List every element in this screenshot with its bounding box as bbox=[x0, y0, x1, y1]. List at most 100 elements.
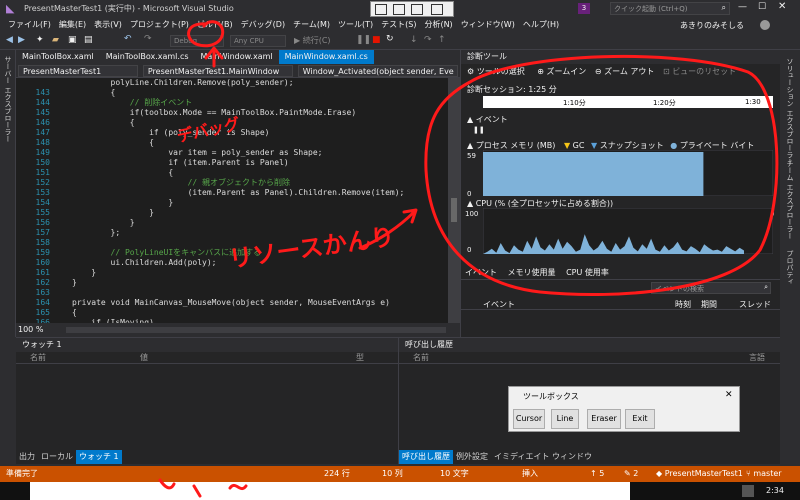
editor-tab[interactable]: MainToolBox.xaml.cs bbox=[100, 50, 195, 64]
undo-icon[interactable]: ↶ bbox=[124, 34, 132, 44]
taskbar-app-icon[interactable] bbox=[742, 485, 754, 497]
zoom-level[interactable]: 100 % bbox=[18, 325, 43, 334]
tab-call-stack[interactable]: 呼び出し履歴 bbox=[399, 450, 453, 464]
avatar[interactable] bbox=[760, 20, 770, 30]
eraser-button[interactable]: Eraser bbox=[587, 409, 621, 429]
event-search-input[interactable]: イベントの検索 ⌕ bbox=[651, 282, 771, 294]
save-all-icon[interactable]: ▤ bbox=[84, 35, 93, 45]
collapse-toolbar-icon[interactable] bbox=[431, 4, 443, 15]
menu-item[interactable]: プロジェクト(P) bbox=[126, 18, 193, 32]
editor-tab[interactable]: MainToolBox.xaml bbox=[16, 50, 100, 64]
platform-dropdown[interactable]: Any CPU bbox=[230, 35, 286, 47]
status-pushes[interactable]: ↑ 5 bbox=[590, 466, 604, 482]
restart-icon[interactable]: ↻ bbox=[386, 34, 394, 44]
status-col: 10 列 bbox=[382, 469, 403, 478]
status-project[interactable]: ◆ PresentMasterTest1 bbox=[656, 466, 743, 482]
menu-item[interactable]: 表示(V) bbox=[90, 18, 126, 32]
line-number: 150 bbox=[35, 158, 50, 167]
line-number: 160 bbox=[35, 258, 50, 267]
code-line: 143 { bbox=[16, 88, 448, 98]
horizontal-scrollbar[interactable] bbox=[66, 327, 446, 333]
code-line: polyLine.Children.Remove(poly_sender); bbox=[16, 78, 448, 88]
zoom-in-button[interactable]: ⊕ ズームイン bbox=[527, 67, 586, 76]
select-element-icon[interactable] bbox=[375, 4, 387, 15]
status-changes[interactable]: ✎ 2 bbox=[624, 466, 638, 482]
tool-select-button[interactable]: ⚙ ツールの選択 bbox=[461, 67, 525, 76]
step-into-icon[interactable]: ↓ bbox=[410, 35, 418, 45]
menu-item[interactable]: ウィンドウ(W) bbox=[457, 18, 519, 32]
cursor-button[interactable]: Cursor bbox=[513, 409, 545, 429]
team-explorer-tab[interactable]: チーム エクスプローラー bbox=[785, 160, 795, 239]
tab-memory[interactable]: メモリ使用量 bbox=[504, 268, 560, 277]
exit-button[interactable]: Exit bbox=[625, 409, 655, 429]
menu-item[interactable]: ビルド(B) bbox=[193, 18, 237, 32]
save-icon[interactable]: ▣ bbox=[68, 35, 77, 45]
stop-icon[interactable]: ■ bbox=[372, 35, 381, 45]
menu-item[interactable]: テスト(S) bbox=[377, 18, 420, 32]
cpu-min-label: 0 bbox=[467, 246, 472, 254]
member-dropdown[interactable]: Window_Activated(object sender, Eve bbox=[297, 65, 458, 77]
code-line: 155 } bbox=[16, 208, 448, 218]
tab-events[interactable]: イベント bbox=[461, 268, 501, 277]
server-explorer-tab[interactable]: サーバー エクスプローラー bbox=[3, 56, 13, 142]
display-adorners-icon[interactable] bbox=[393, 4, 405, 15]
track-focus-icon[interactable] bbox=[411, 4, 423, 15]
window-title: PresentMasterTest1 (実行中) - Microsoft Vis… bbox=[24, 4, 234, 13]
back-icon[interactable]: ◀ bbox=[6, 35, 13, 45]
menu-item[interactable]: ファイル(F) bbox=[4, 18, 55, 32]
menu-item[interactable]: 分析(N) bbox=[420, 18, 456, 32]
tab-cpu[interactable]: CPU 使用率 bbox=[562, 268, 613, 277]
notification-badge[interactable]: 3 bbox=[578, 3, 590, 14]
step-over-icon[interactable]: ↷ bbox=[424, 35, 432, 45]
line-number: 146 bbox=[35, 118, 50, 127]
quick-launch-input[interactable]: クイック起動 (Ctrl+Q) ⌕ bbox=[610, 2, 730, 15]
open-icon[interactable]: ▰ bbox=[52, 35, 59, 45]
reset-view-button[interactable]: ⊡ ビューのリセット bbox=[657, 67, 736, 76]
code-line: 165 { bbox=[16, 308, 448, 318]
status-branch[interactable]: ⑂ master bbox=[746, 466, 782, 482]
diag-toolbar: ⚙ ツールの選択 ⊕ ズームイン ⊖ ズーム アウト ⊡ ビューのリセット bbox=[461, 64, 781, 80]
break-all-icon[interactable]: ❚❚ bbox=[356, 35, 371, 45]
editor-tab[interactable]: MainWindow.xaml.cs bbox=[278, 50, 374, 64]
tab-output[interactable]: 出力 bbox=[16, 450, 38, 464]
menu-item[interactable]: チーム(M) bbox=[289, 18, 334, 32]
menu-item[interactable]: ヘルプ(H) bbox=[519, 18, 563, 32]
tab-immediate[interactable]: イミディエイト ウィンドウ bbox=[491, 450, 595, 464]
menu-item[interactable]: 編集(E) bbox=[55, 18, 90, 32]
callstack-title: 呼び出し履歴 bbox=[399, 338, 780, 352]
status-line: 224 行 bbox=[324, 469, 350, 478]
debug-floating-toolbar bbox=[370, 1, 454, 17]
code-text: { bbox=[72, 168, 174, 177]
search-icon: ⌕ bbox=[721, 3, 726, 12]
series-area bbox=[483, 152, 704, 196]
continue-button[interactable]: ▶ 続行(C) bbox=[294, 35, 331, 46]
redo-icon[interactable]: ↷ bbox=[144, 34, 152, 44]
properties-tab[interactable]: プロパティ bbox=[785, 250, 795, 285]
step-out-icon[interactable]: ↑ bbox=[438, 35, 446, 45]
forward-icon[interactable]: ▶ bbox=[18, 35, 25, 45]
toolbox-close-button[interactable]: ✕ bbox=[725, 390, 733, 400]
right-tool-rail: ソリューション エクスプローラー チーム エクスプローラー プロパティ bbox=[780, 50, 800, 470]
tab-watch[interactable]: ウォッチ 1 bbox=[76, 450, 122, 464]
user-name[interactable]: あきりのみそしる bbox=[680, 20, 744, 31]
maximize-button[interactable]: ☐ bbox=[758, 2, 766, 12]
new-project-icon[interactable]: ✦ bbox=[36, 35, 44, 45]
tab-exception-settings[interactable]: 例外設定 bbox=[453, 450, 491, 464]
editor-tab[interactable]: MainWindow.xaml bbox=[195, 50, 279, 64]
code-text: } bbox=[72, 208, 154, 217]
scrollbar-thumb[interactable] bbox=[451, 198, 457, 222]
tab-locals[interactable]: ローカル bbox=[38, 450, 76, 464]
close-button[interactable]: ✕ bbox=[778, 1, 786, 12]
gc-legend-icon: ▼ bbox=[563, 141, 571, 150]
config-dropdown[interactable]: Debug bbox=[170, 35, 224, 47]
solution-explorer-tab[interactable]: ソリューション エクスプローラー bbox=[785, 58, 795, 165]
line-button[interactable]: Line bbox=[551, 409, 579, 429]
zoom-out-button[interactable]: ⊖ ズーム アウト bbox=[589, 67, 655, 76]
menu-item[interactable]: ツール(T) bbox=[334, 18, 377, 32]
project-dropdown[interactable]: PresentMasterTest1 bbox=[18, 65, 138, 77]
minimize-button[interactable]: — bbox=[738, 2, 747, 12]
toolbox-window: ツールボックス ✕ Cursor Line Eraser Exit bbox=[508, 386, 740, 432]
class-dropdown[interactable]: PresentMasterTest1.MainWindow bbox=[142, 65, 293, 77]
vertical-scrollbar[interactable] bbox=[448, 78, 460, 323]
menu-item[interactable]: デバッグ(D) bbox=[237, 18, 289, 32]
